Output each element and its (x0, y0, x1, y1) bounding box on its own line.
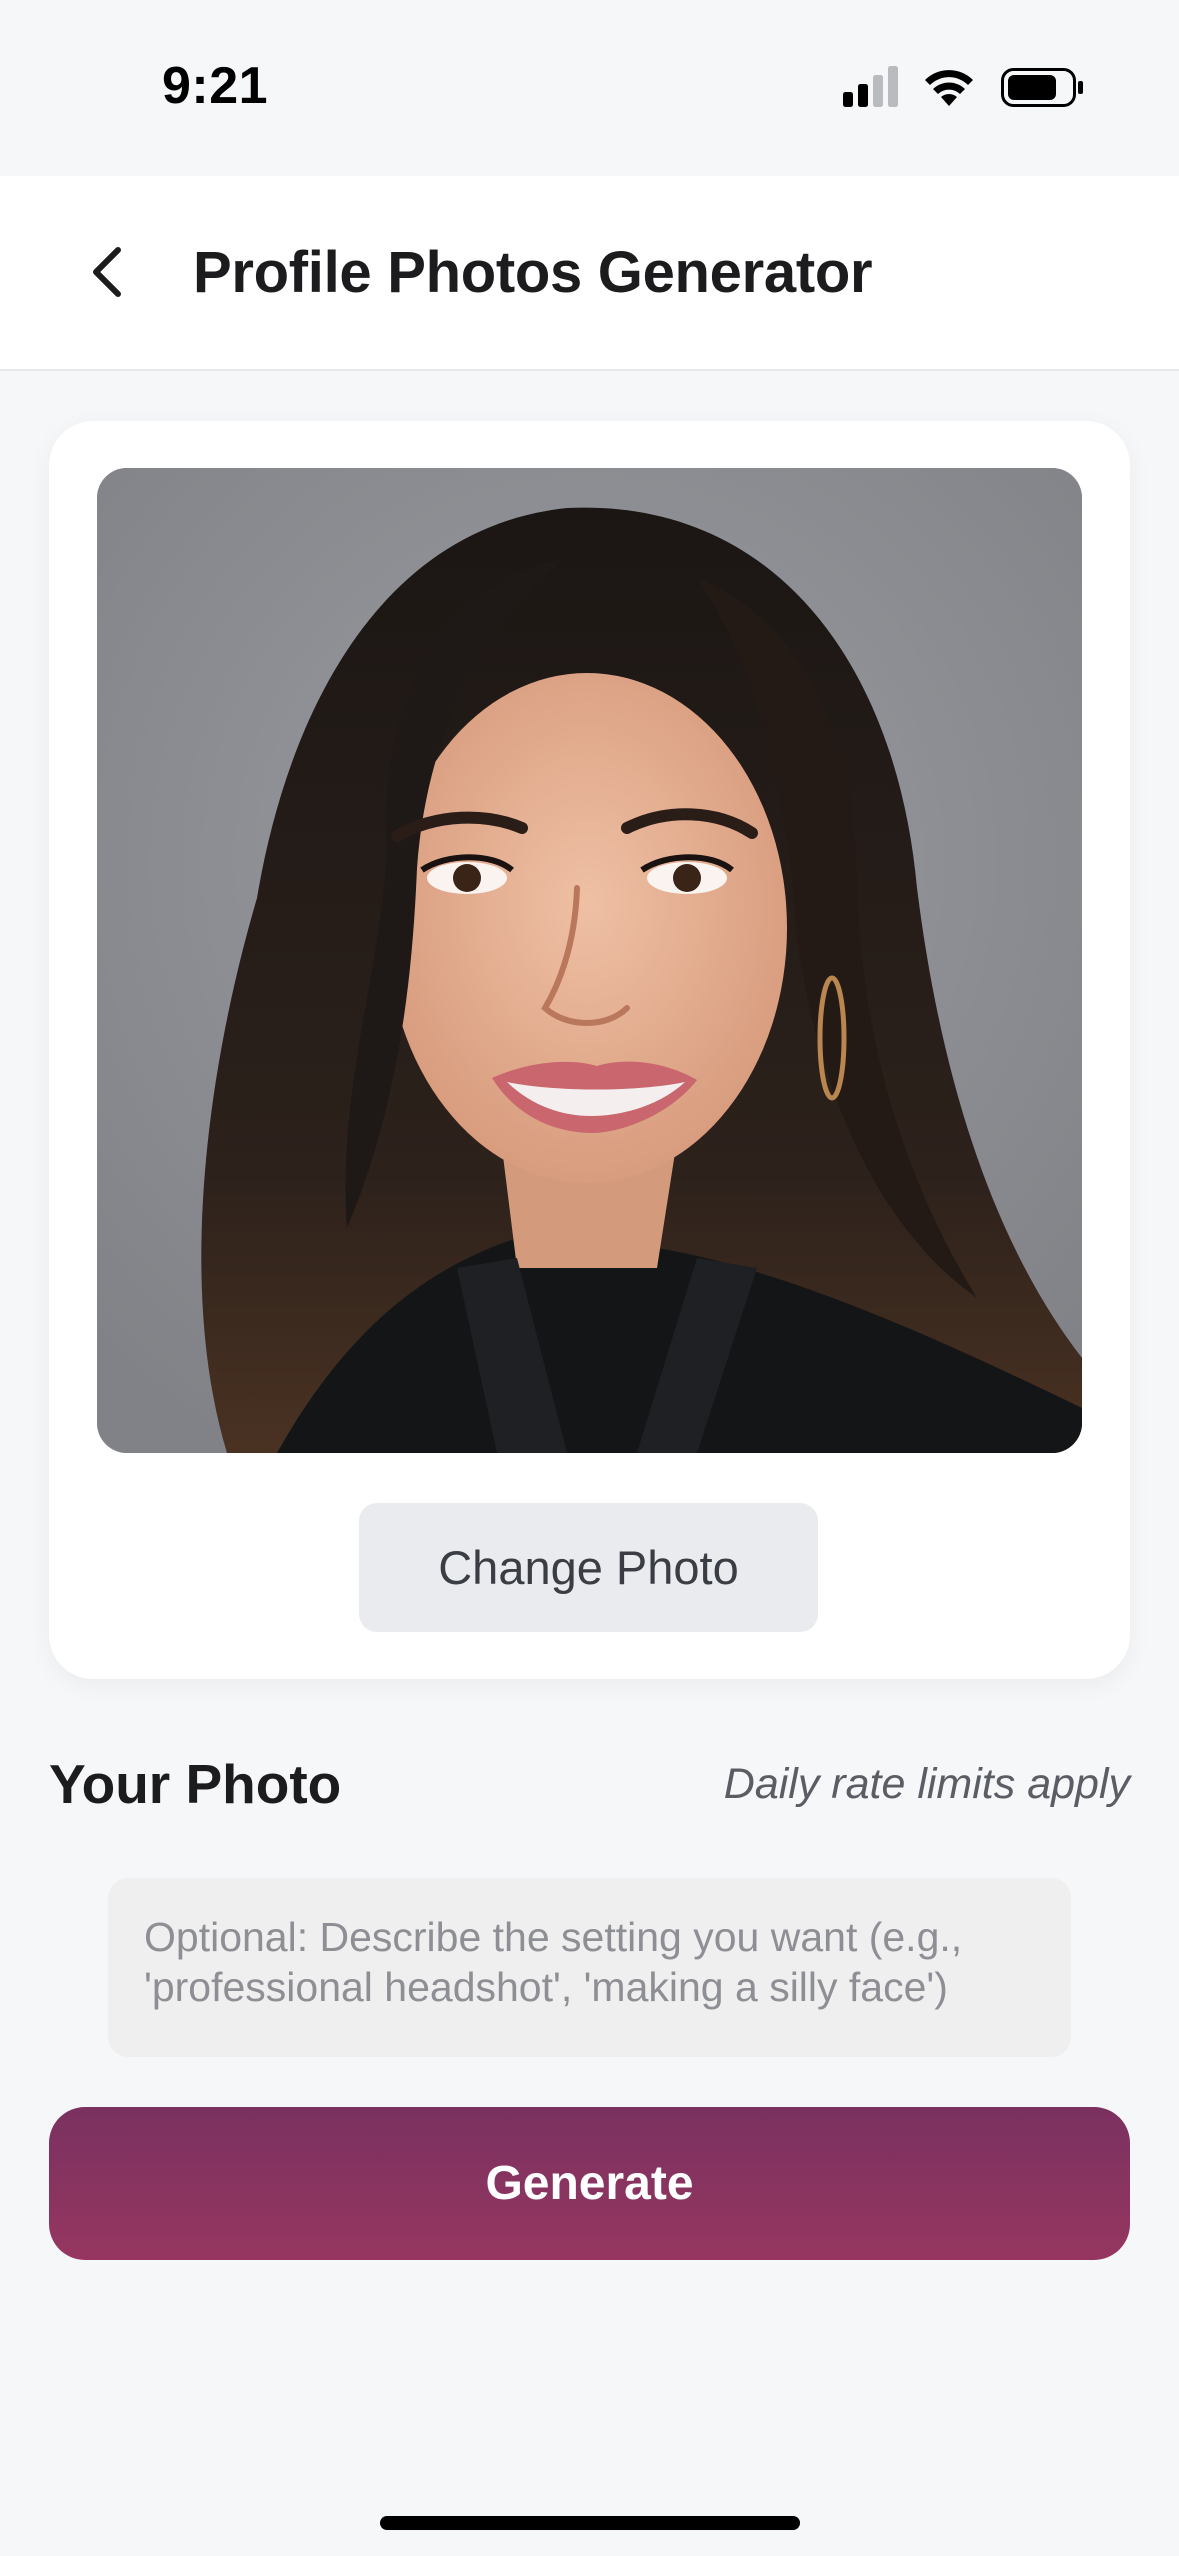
status-time: 9:21 (162, 57, 269, 115)
cellular-signal-icon (843, 66, 898, 107)
prompt-input[interactable] (108, 1878, 1071, 2057)
page-title: Profile Photos Generator (193, 240, 873, 305)
section-title: Your Photo (49, 1753, 342, 1815)
nav-bar: Profile Photos Generator (0, 176, 1179, 371)
chevron-left-icon (93, 247, 121, 297)
wifi-icon (925, 70, 973, 106)
status-bar: 9:21 (0, 0, 1179, 176)
photo-card: Change Photo (49, 421, 1130, 1679)
home-indicator (380, 2516, 800, 2530)
status-icons (843, 64, 1083, 110)
battery-icon (1001, 68, 1083, 107)
change-photo-button[interactable]: Change Photo (359, 1503, 818, 1632)
back-button[interactable] (76, 232, 140, 312)
rate-limit-note: Daily rate limits apply (723, 1760, 1130, 1808)
generate-button[interactable]: Generate (49, 2107, 1130, 2260)
profile-photo (97, 468, 1082, 1453)
